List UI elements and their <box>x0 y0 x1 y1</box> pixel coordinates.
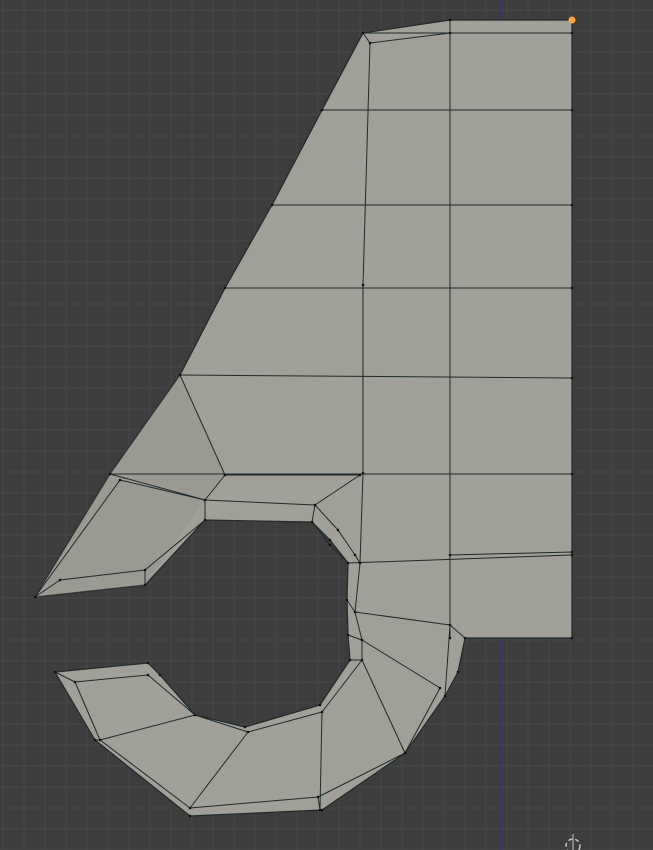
mesh-vertex[interactable] <box>448 18 452 22</box>
mesh-vertex[interactable] <box>368 41 372 45</box>
mesh-vertex[interactable] <box>448 31 452 35</box>
mesh-vertex[interactable] <box>348 658 352 662</box>
mesh-vertex[interactable] <box>270 203 274 207</box>
mesh-vertex[interactable] <box>328 543 332 547</box>
mesh-vertex[interactable] <box>438 686 442 690</box>
mesh-vertex[interactable] <box>118 478 122 482</box>
mesh-vertex[interactable] <box>318 703 322 707</box>
mesh-vertex[interactable] <box>570 108 574 112</box>
mesh-vertex[interactable] <box>570 203 574 207</box>
mesh-vertex[interactable] <box>33 595 37 599</box>
mesh-vertex[interactable] <box>360 638 364 642</box>
mesh-vertex[interactable] <box>361 31 365 35</box>
mesh-vertex[interactable] <box>328 538 332 542</box>
mesh-vertex[interactable] <box>360 658 364 662</box>
mesh-vertex[interactable] <box>223 286 227 290</box>
mesh-vertex[interactable] <box>146 673 150 677</box>
mesh-vertex[interactable] <box>403 751 407 755</box>
mesh-vertex[interactable] <box>570 472 574 476</box>
mesh-vertex[interactable] <box>188 814 192 818</box>
mesh-vertex[interactable] <box>448 636 452 640</box>
mesh-vertex[interactable] <box>320 710 324 714</box>
mesh-vertex[interactable] <box>143 583 147 587</box>
mesh-faces[interactable] <box>33 19 573 817</box>
mesh-vertex[interactable] <box>203 498 207 502</box>
mesh-vertex[interactable] <box>346 561 350 565</box>
mesh-vertex[interactable] <box>146 661 150 665</box>
mesh-vertex[interactable] <box>93 738 97 742</box>
selected-vertex[interactable] <box>568 16 576 24</box>
mesh-vertex[interactable] <box>570 636 574 640</box>
mesh-vertex[interactable] <box>313 503 317 507</box>
mesh-vertex[interactable] <box>58 578 62 582</box>
mesh-vertex[interactable] <box>98 738 102 742</box>
mesh-vertex[interactable] <box>336 528 340 532</box>
mesh-object[interactable] <box>33 18 574 818</box>
mesh-vertex[interactable] <box>345 598 349 602</box>
mesh-vertex[interactable] <box>361 283 365 287</box>
mesh-vertex[interactable] <box>570 286 574 290</box>
mesh-vertex[interactable] <box>320 808 324 812</box>
mesh-vertex[interactable] <box>456 670 460 674</box>
mesh-vertex[interactable] <box>570 376 574 380</box>
mesh-vertex[interactable] <box>320 108 324 112</box>
mesh-vertex[interactable] <box>353 553 357 557</box>
mesh-vertex[interactable] <box>358 561 362 565</box>
mesh-vertex[interactable] <box>310 520 314 524</box>
mesh-vertex[interactable] <box>73 680 77 684</box>
mesh-vertex[interactable] <box>448 623 452 627</box>
mesh-vertex[interactable] <box>158 673 162 677</box>
mesh-vertex[interactable] <box>188 806 192 810</box>
mesh-vertex[interactable] <box>203 518 207 522</box>
mesh-vertex[interactable] <box>143 568 147 572</box>
mesh-vertex[interactable] <box>108 472 112 476</box>
3d-cursor-icon[interactable] <box>565 834 581 850</box>
mesh-vertex[interactable] <box>193 713 197 717</box>
mesh-vertex[interactable] <box>178 373 182 377</box>
viewport-canvas[interactable] <box>0 0 653 850</box>
mesh-vertex[interactable] <box>358 473 362 477</box>
mesh-vertex[interactable] <box>570 553 574 557</box>
mesh-vertex[interactable] <box>243 725 247 729</box>
mesh-vertex[interactable] <box>443 694 447 698</box>
mesh-vertex[interactable] <box>246 730 250 734</box>
mesh-vertex[interactable] <box>353 610 357 614</box>
mesh-vertex[interactable] <box>570 550 574 554</box>
mesh-vertex[interactable] <box>448 553 452 557</box>
mesh-vertex[interactable] <box>223 473 227 477</box>
mesh-vertex[interactable] <box>53 670 57 674</box>
mesh-vertex[interactable] <box>570 31 574 35</box>
mesh-vertex[interactable] <box>346 633 350 637</box>
mesh-vertex[interactable] <box>316 795 320 799</box>
3d-viewport[interactable] <box>0 0 653 850</box>
mesh-vertex[interactable] <box>463 636 467 640</box>
mesh-vertex[interactable] <box>361 471 365 475</box>
